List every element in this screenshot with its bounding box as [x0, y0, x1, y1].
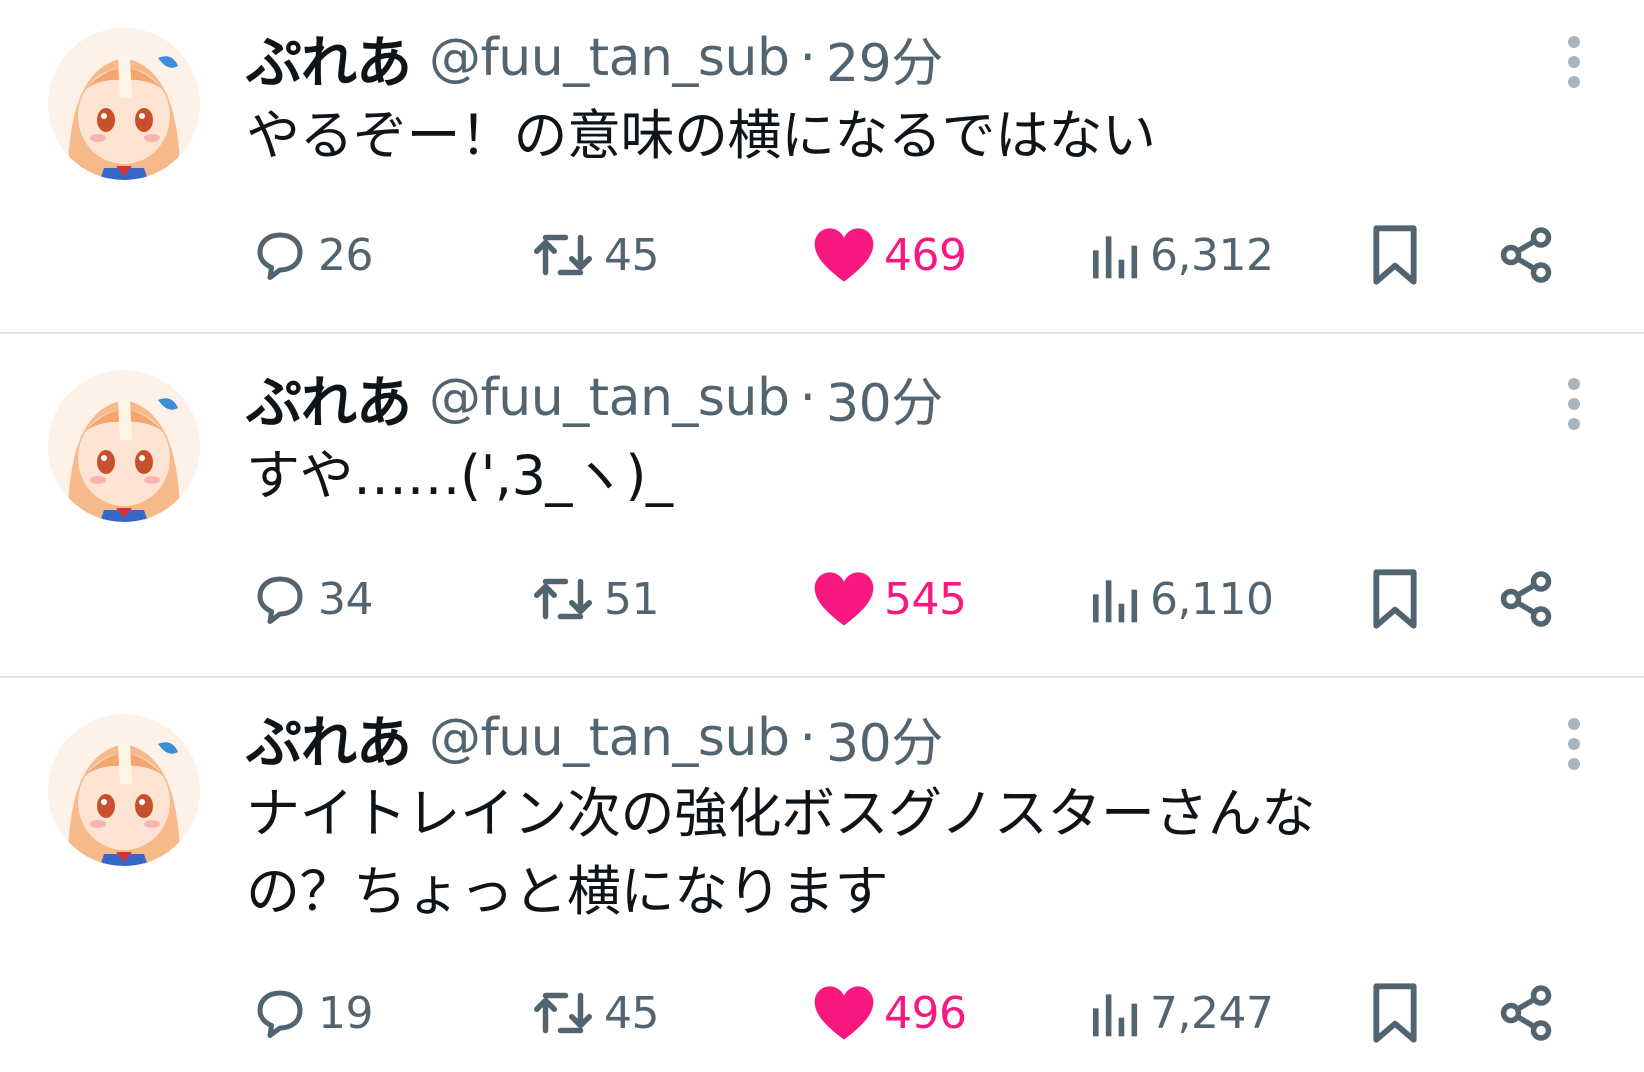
user-handle[interactable]: @fuu_tan_sub: [429, 28, 790, 88]
bookmark-icon: [1373, 983, 1417, 1043]
bookmark-button[interactable]: [1368, 978, 1422, 1048]
like-button[interactable]: 469: [812, 220, 967, 290]
view-count: 7,247: [1150, 987, 1274, 1039]
more-vertical-icon[interactable]: [1564, 378, 1584, 438]
reply-icon: [257, 232, 303, 280]
views-button[interactable]: 6,312: [1086, 220, 1274, 290]
reply-count: 26: [318, 229, 374, 281]
reply-count: 19: [318, 987, 374, 1039]
repost-icon: [534, 234, 592, 276]
like-count: 545: [884, 573, 967, 625]
share-button[interactable]: [1496, 564, 1556, 634]
like-button[interactable]: 545: [812, 564, 967, 634]
reply-icon: [257, 990, 303, 1038]
heart-icon: [814, 228, 874, 282]
reply-icon: [257, 576, 303, 624]
tweet[interactable]: ぷれあ @fuu_tan_sub · 29分 やるぞー！の意味の横になるではない…: [0, 0, 1644, 332]
like-button[interactable]: 496: [812, 978, 967, 1048]
repost-count: 45: [604, 987, 660, 1039]
tweet-text: すや……(',3_ヽ)_: [246, 444, 673, 507]
tweet[interactable]: ぷれあ @fuu_tan_sub · 30分 ナイトレイン次の強化ボスグノスター…: [0, 678, 1644, 1072]
repost-icon: [534, 992, 592, 1034]
share-button[interactable]: [1496, 978, 1556, 1048]
share-button[interactable]: [1496, 220, 1556, 290]
tweet-text: の？ちょっと横になります: [246, 860, 889, 923]
avatar[interactable]: [48, 370, 200, 522]
views-button[interactable]: 7,247: [1086, 978, 1274, 1048]
avatar-image: [48, 28, 200, 180]
views-chart-icon: [1093, 236, 1138, 279]
display-name[interactable]: ぷれあ: [246, 358, 412, 439]
views-button[interactable]: 6,110: [1086, 564, 1274, 634]
bookmark-button[interactable]: [1368, 564, 1422, 634]
tweet[interactable]: ぷれあ @fuu_tan_sub · 30分 すや……(',3_ヽ)_ 34 5…: [0, 334, 1644, 676]
repost-icon: [534, 578, 592, 620]
reply-button[interactable]: 34: [250, 564, 374, 634]
repost-button[interactable]: 51: [530, 564, 660, 634]
avatar-image: [48, 714, 200, 866]
reply-count: 34: [318, 573, 374, 625]
repost-button[interactable]: 45: [530, 978, 660, 1048]
timestamp[interactable]: 30分: [826, 701, 943, 776]
like-count: 496: [884, 987, 967, 1039]
share-icon: [1500, 985, 1552, 1041]
heart-icon: [814, 572, 874, 626]
user-handle[interactable]: @fuu_tan_sub: [429, 368, 790, 428]
repost-button[interactable]: 45: [530, 220, 660, 290]
repost-count: 45: [604, 229, 660, 281]
avatar-image: [48, 370, 200, 522]
heart-icon: [814, 986, 874, 1040]
reply-button[interactable]: 26: [250, 220, 374, 290]
reply-button[interactable]: 19: [250, 978, 374, 1048]
bookmark-icon: [1373, 225, 1417, 285]
share-icon: [1500, 227, 1552, 283]
timestamp[interactable]: 29分: [826, 21, 943, 96]
more-vertical-icon[interactable]: [1564, 718, 1584, 778]
bookmark-button[interactable]: [1368, 220, 1422, 290]
view-count: 6,110: [1150, 573, 1274, 625]
view-count: 6,312: [1150, 229, 1274, 281]
repost-count: 51: [604, 573, 660, 625]
more-vertical-icon[interactable]: [1564, 36, 1584, 96]
tweet-text: やるぞー！の意味の横になるではない: [246, 104, 1156, 167]
display-name[interactable]: ぷれあ: [246, 18, 412, 99]
timestamp[interactable]: 30分: [826, 361, 943, 436]
like-count: 469: [884, 229, 967, 281]
separator-dot: ·: [799, 368, 817, 428]
share-icon: [1500, 571, 1552, 627]
avatar[interactable]: [48, 28, 200, 180]
separator-dot: ·: [799, 708, 817, 768]
separator-dot: ·: [799, 28, 817, 88]
views-chart-icon: [1093, 580, 1138, 623]
display-name[interactable]: ぷれあ: [246, 698, 412, 779]
user-handle[interactable]: @fuu_tan_sub: [429, 708, 790, 768]
views-chart-icon: [1093, 994, 1138, 1037]
avatar[interactable]: [48, 714, 200, 866]
bookmark-icon: [1373, 569, 1417, 629]
tweet-text: ナイトレイン次の強化ボスグノスターさんな: [246, 782, 1315, 845]
